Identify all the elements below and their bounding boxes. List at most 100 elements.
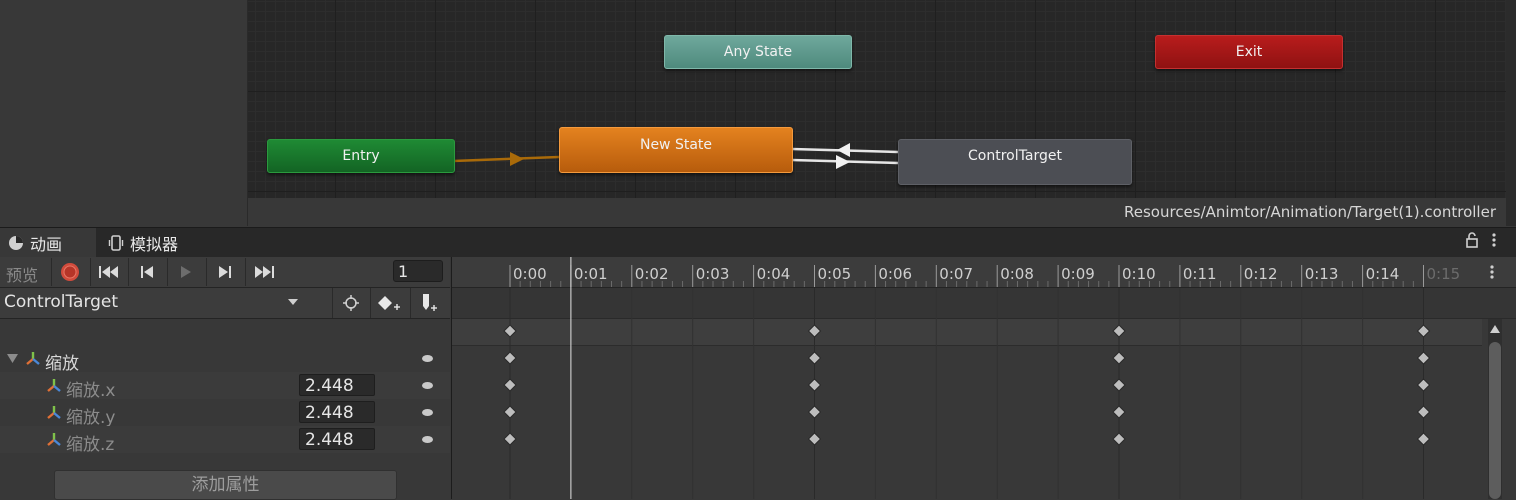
add-keyframe-button[interactable]: [370, 288, 407, 318]
keyframe[interactable]: [1416, 405, 1431, 419]
property-label: 缩放.z: [66, 435, 115, 455]
play-icon: [181, 266, 191, 278]
keyframe[interactable]: [503, 378, 517, 392]
keyframe[interactable]: [1112, 324, 1126, 338]
keyframe[interactable]: [807, 405, 822, 419]
scale-icon: [47, 433, 61, 446]
prev-key-icon: [141, 266, 153, 278]
state-any-state[interactable]: Any State: [664, 35, 852, 69]
tab-animation-label: 动画: [30, 234, 63, 254]
keyframe[interactable]: [807, 432, 822, 446]
graph-footer: Resources/Animtor/Animation/Target(1).co…: [248, 198, 1506, 226]
state-entry[interactable]: Entry: [267, 139, 455, 173]
lock-icon[interactable]: [1466, 232, 1478, 248]
dopesheet-canvas: 0:00 0:01 0:02 0:03 0:04 0:05 0:06 0:07 0:08 0:09…: [503, 257, 1461, 499]
keyframe[interactable]: [1112, 351, 1126, 365]
prev-key-button[interactable]: [128, 258, 165, 286]
keyframe[interactable]: [1416, 324, 1431, 338]
add-event-button[interactable]: [410, 288, 447, 318]
keyframe[interactable]: [1416, 378, 1431, 392]
keyframe[interactable]: [503, 324, 517, 338]
transition-arrow: [836, 155, 850, 169]
property-dot-icon[interactable]: [422, 436, 433, 443]
window-tabs: 动画 模拟器: [0, 227, 1516, 257]
keyframe[interactable]: [503, 432, 517, 446]
ruler-label: 0:01: [574, 265, 608, 283]
keyframe[interactable]: [1112, 378, 1126, 392]
ruler-label: 0:14: [1366, 265, 1400, 283]
animator-graph[interactable]: Any State Exit Entry New State ControlTa…: [248, 0, 1506, 198]
property-dot-icon[interactable]: [422, 382, 433, 389]
keyframe[interactable]: [807, 324, 822, 338]
clock-icon: [9, 235, 23, 250]
frame-input[interactable]: 1: [393, 260, 443, 282]
property-row-z[interactable]: 缩放.z 2.448: [0, 426, 450, 455]
graph-scrollbar[interactable]: [1506, 0, 1516, 226]
ruler-label: 0:09: [1061, 265, 1095, 283]
property-value-input[interactable]: 2.448: [299, 374, 375, 396]
ruler-menu-icon[interactable]: [1488, 264, 1496, 280]
scale-icon: [47, 406, 61, 419]
keyframe[interactable]: [807, 351, 822, 365]
keyframe[interactable]: [807, 378, 822, 392]
ruler-label: 0:04: [757, 265, 791, 283]
menu-dots-icon[interactable]: [1492, 232, 1496, 248]
property-list: 缩放 缩放.x 2.448 缩放.y 2.448 缩放.z 2.448 添加属性: [0, 319, 450, 500]
keyframe[interactable]: [503, 405, 517, 419]
next-key-button[interactable]: [206, 258, 243, 286]
property-group-row[interactable]: 缩放: [0, 345, 450, 374]
filter-button[interactable]: [332, 288, 369, 318]
ruler-label: 0:11: [1183, 265, 1217, 283]
ruler-label: 0:06: [878, 265, 912, 283]
add-property-button[interactable]: 添加属性: [54, 470, 397, 500]
clip-row: ControlTarget: [0, 288, 450, 319]
chevron-down-icon[interactable]: [287, 298, 299, 306]
scrollbar-thumb[interactable]: [1489, 342, 1501, 499]
transition-arrow: [837, 143, 850, 157]
keyframe[interactable]: [1416, 351, 1431, 365]
state-exit[interactable]: Exit: [1155, 35, 1343, 69]
controller-path: Resources/Animtor/Animation/Target(1).co…: [1124, 203, 1496, 221]
ruler-label: 0:08: [1000, 265, 1034, 283]
crosshair-icon: [343, 295, 359, 311]
transition-arrow: [510, 152, 524, 166]
device-icon: [108, 234, 124, 251]
record-icon: [61, 263, 79, 281]
last-key-button[interactable]: [245, 258, 282, 286]
property-group-label: 缩放: [45, 354, 79, 374]
keyframe[interactable]: [503, 351, 517, 365]
dopesheet[interactable]: 0:00 0:01 0:02 0:03 0:04 0:05 0:06 0:07 0:08 0:09…: [451, 257, 1516, 499]
ruler-label: 0:15: [1427, 265, 1461, 283]
add-keyframe-icon: [378, 296, 400, 310]
preview-toggle[interactable]: 预览: [6, 262, 38, 286]
property-label: 缩放.y: [66, 408, 116, 428]
state-new-state[interactable]: New State: [559, 127, 793, 173]
ruler-label: 0:03: [696, 265, 730, 283]
tab-actions: [1466, 232, 1496, 248]
state-control-target[interactable]: ControlTarget: [898, 139, 1132, 185]
first-key-button[interactable]: [90, 258, 127, 286]
keyframe[interactable]: [1112, 432, 1126, 446]
property-row-y[interactable]: 缩放.y 2.448: [0, 399, 450, 428]
clip-selector[interactable]: ControlTarget: [4, 292, 118, 312]
property-label: 缩放.x: [66, 381, 116, 401]
property-dot-icon[interactable]: [422, 355, 433, 362]
record-button[interactable]: [51, 258, 88, 286]
keyframe[interactable]: [1112, 405, 1126, 419]
keyframe[interactable]: [1416, 432, 1431, 446]
tab-simulator-label: 模拟器: [130, 234, 179, 254]
play-button[interactable]: [167, 258, 204, 286]
property-value-input[interactable]: 2.448: [299, 401, 375, 423]
property-value-input[interactable]: 2.448: [299, 428, 375, 450]
last-key-icon: [255, 266, 274, 278]
add-event-icon: [423, 294, 437, 311]
tab-simulator[interactable]: 模拟器: [108, 228, 178, 257]
scroll-up-icon[interactable]: [1490, 325, 1500, 333]
ruler-label: 0:02: [635, 265, 669, 283]
property-row-x[interactable]: 缩放.x 2.448: [0, 372, 450, 401]
tab-animation[interactable]: 动画: [0, 228, 96, 257]
ruler-label: 0:07: [939, 265, 973, 283]
property-dot-icon[interactable]: [422, 409, 433, 416]
foldout-arrow-icon[interactable]: [7, 354, 18, 363]
animation-toolbar: 预览 1: [0, 257, 450, 288]
